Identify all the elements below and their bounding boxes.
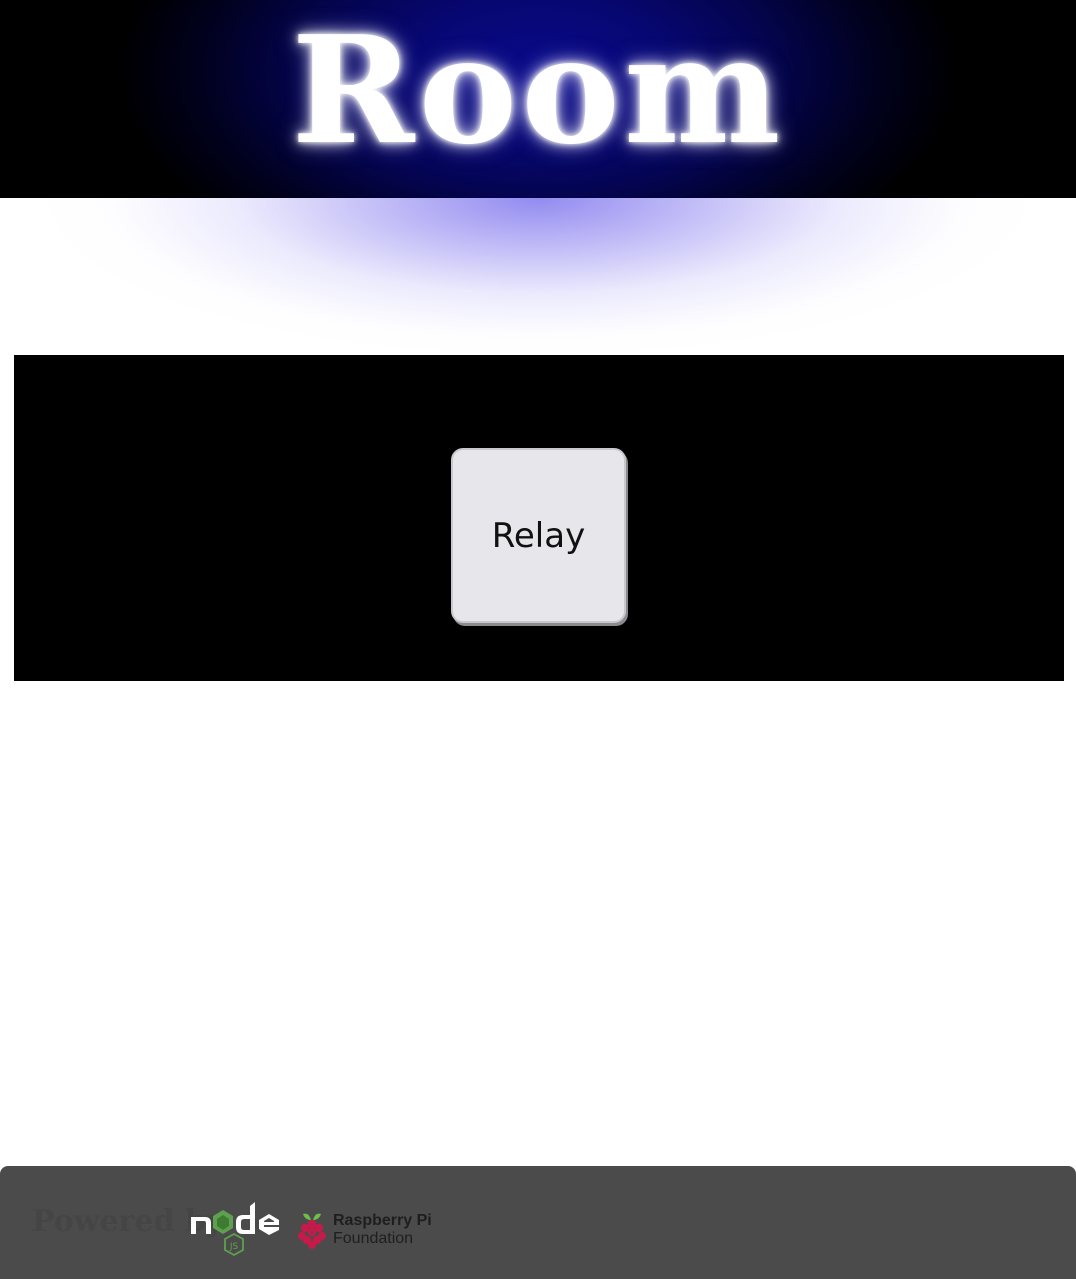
raspberry-pi-name: Raspberry Pi — [333, 1212, 432, 1229]
header: Room — [0, 0, 1076, 198]
raspberry-pi-foundation: Foundation — [333, 1230, 414, 1247]
raspberry-pi-icon — [298, 1213, 326, 1249]
relay-button-label: Relay — [491, 515, 586, 556]
page: Room Relay Powered by JS Raspberry Pi Fo… — [0, 0, 1076, 1279]
relay-button[interactable]: Relay — [451, 448, 626, 623]
page-title: Room — [291, 3, 785, 177]
svg-text:JS: JS — [229, 1242, 239, 1252]
raspberry-pi-wordmark: Raspberry Pi Foundation — [333, 1212, 432, 1248]
control-panel: Relay — [14, 355, 1064, 681]
nodejs-logo: JS — [191, 1202, 279, 1257]
header-glow — [0, 198, 1076, 355]
footer: Powered by JS Raspberry Pi Foundation — [0, 1166, 1076, 1279]
